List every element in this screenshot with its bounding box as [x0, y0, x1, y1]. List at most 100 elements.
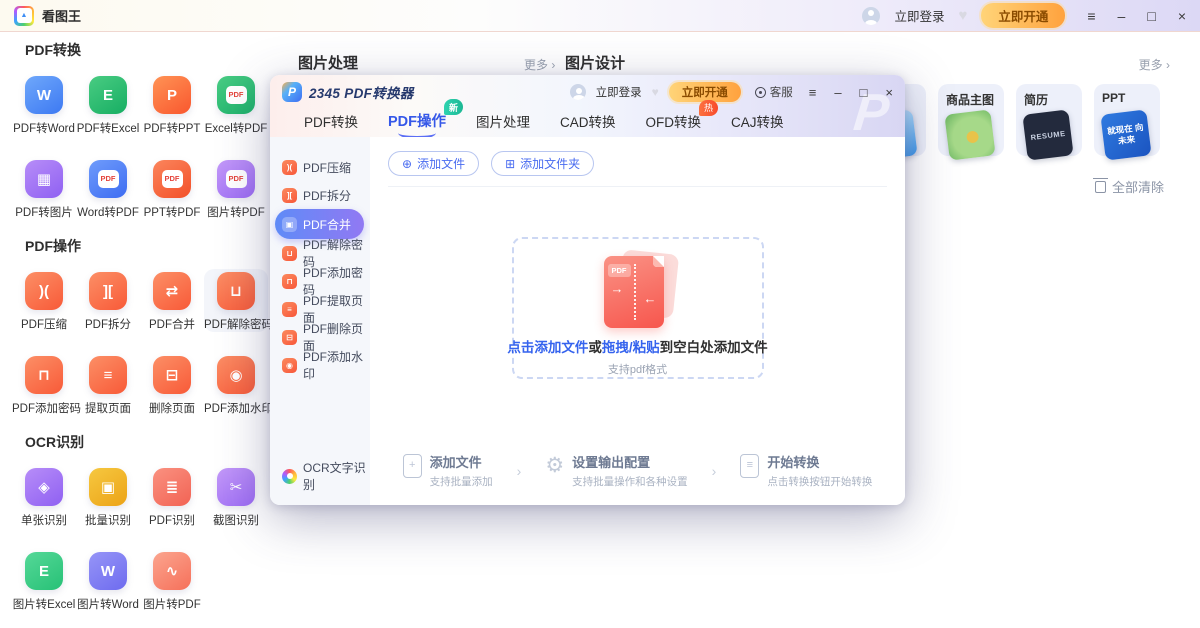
sidebar-item-PDF添加密码[interactable]: ⊓PDF添加密码	[270, 267, 370, 295]
ppt-icon: P	[153, 76, 191, 114]
maximize-icon[interactable]: □	[1147, 9, 1155, 23]
sidebar-item-PDF解除密码[interactable]: ⊔PDF解除密码	[270, 239, 370, 267]
dialog-minimize-icon[interactable]: –	[834, 86, 841, 99]
dialog-heart-icon[interactable]: ♥	[652, 85, 659, 99]
minimize-icon[interactable]: –	[1118, 9, 1126, 23]
tool-pdf-icon[interactable]: ∿图片转PDF	[140, 549, 204, 612]
plus-circle-icon: ⊕	[402, 158, 412, 170]
dialog-close-icon[interactable]: ×	[885, 86, 893, 99]
sidebar-item-PDF提取页面[interactable]: ≡PDF提取页面	[270, 295, 370, 323]
tool-batch-scan-icon[interactable]: ▣批量识别	[76, 465, 140, 528]
section-title: PDF操作	[25, 236, 270, 256]
app-titlebar: ▲ 看图王 立即登录 ♥ 立即开通 ≡ – □ ×	[0, 0, 1200, 32]
tool-single-scan-icon[interactable]: ◈单张识别	[12, 465, 76, 528]
dialog-menu-icon[interactable]: ≡	[809, 86, 817, 99]
unlock-icon: ⊔	[217, 272, 255, 310]
tool-image-icon[interactable]: ▦PDF转图片	[12, 157, 76, 220]
design-card-thumbnail: RESUME	[1022, 109, 1073, 160]
design-card[interactable]: 商品主图	[938, 84, 1004, 156]
tool-compress-icon[interactable]: )(PDF压缩	[12, 269, 76, 332]
merge-icon: ⇄	[153, 272, 191, 310]
add-folder-button[interactable]: ⊞ 添加文件夹	[491, 151, 594, 176]
dialog-header: P P 2345 PDF转换器 立即登录 ♥ 立即开通 客服 ≡ – □ ×	[270, 75, 905, 137]
step-desc: 点击转换按钮开始转换	[767, 474, 872, 489]
support-button[interactable]: 客服	[755, 84, 793, 100]
tool-word-icon[interactable]: WPDF转Word	[12, 73, 76, 136]
tab-图片处理[interactable]: 图片处理	[476, 111, 530, 131]
convert-icon: ≡	[740, 454, 759, 478]
more-link-image-design[interactable]: 更多 ›	[1139, 56, 1170, 73]
tool-word-icon[interactable]: W图片转Word	[76, 549, 140, 612]
design-card-label: 商品主图	[946, 91, 1004, 108]
login-button[interactable]: 立即登录	[894, 6, 944, 25]
dialog-maximize-icon[interactable]: □	[860, 86, 868, 99]
tool-excel-icon[interactable]: EPDF转Excel	[76, 73, 140, 136]
step-1: +添加文件支持批量添加	[403, 452, 493, 489]
gear-icon: ⚙	[545, 455, 564, 476]
tool-pdf-icon[interactable]: PDFWord转PDF	[76, 157, 140, 220]
file-dropzone[interactable]: PDF → ← 点击添加文件或拖拽/粘贴到空白处添加文件 支持pdf格式	[512, 237, 764, 379]
sidebar-item-label: PDF压缩	[303, 159, 351, 176]
tool-extract-pages-icon[interactable]: ≡提取页面	[76, 353, 140, 416]
design-card[interactable]: 简历RESUME	[1016, 84, 1082, 156]
new-badge: 新	[444, 99, 463, 115]
unlock-icon: ⊔	[282, 246, 297, 261]
tool-delete-pages-icon[interactable]: ⊟删除页面	[140, 353, 204, 416]
sidebar-item-PDF删除页面[interactable]: ⊟PDF删除页面	[270, 323, 370, 351]
dialog-avatar-icon[interactable]	[570, 84, 586, 100]
upgrade-button[interactable]: 立即开通	[981, 3, 1065, 28]
sidebar-item-PDF拆分[interactable]: ][PDF拆分	[270, 181, 370, 209]
tool-merge-icon[interactable]: ⇄PDF合并	[140, 269, 204, 332]
sidebar-item-PDF压缩[interactable]: )(PDF压缩	[270, 153, 370, 181]
pdf-merge-icon: PDF → ←	[592, 251, 684, 328]
tool-unlock-icon[interactable]: ⊔PDF解除密码	[204, 269, 268, 332]
pdf-icon: PDF	[153, 160, 191, 198]
avatar-icon[interactable]	[862, 7, 880, 25]
tool-ppt-icon[interactable]: PPDF转PPT	[140, 73, 204, 136]
dropzone-title-part: 到空白处添加文件	[660, 340, 768, 355]
dialog-login-button[interactable]: 立即登录	[596, 84, 642, 100]
more-link-image-processing[interactable]: 更多 ›	[524, 56, 555, 73]
tool-label: Word转PDF	[76, 204, 140, 220]
tool-excel-icon[interactable]: E图片转Excel	[12, 549, 76, 612]
dialog-upgrade-button[interactable]: 立即开通	[669, 82, 741, 102]
tool-split-icon[interactable]: ][PDF拆分	[76, 269, 140, 332]
tool-pdf-icon[interactable]: PDFPPT转PDF	[140, 157, 204, 220]
tool-lock-icon[interactable]: ⊓PDF添加密码	[12, 353, 76, 416]
step-text: 开始转换点击转换按钮开始转换	[767, 452, 872, 489]
tool-pdf-ocr-icon[interactable]: ≣PDF识别	[140, 465, 204, 528]
tab-CAD转换[interactable]: CAD转换	[560, 111, 616, 131]
tab-CAJ转换[interactable]: CAJ转换	[731, 111, 784, 131]
step-desc: 支持批量操作和各种设置	[572, 474, 688, 489]
tool-pdf-icon[interactable]: PDF图片转PDF	[204, 157, 268, 220]
tool-label: 批量识别	[76, 512, 140, 528]
tool-label: PDF转图片	[12, 204, 76, 220]
ocr-icon	[282, 469, 297, 484]
hot-badge: 热	[699, 100, 718, 116]
sidebar-item-PDF合并[interactable]: ▣PDF合并	[275, 209, 364, 239]
dropzone-hint: 支持pdf格式	[608, 361, 667, 377]
extract-pages-icon: ≡	[89, 356, 127, 394]
delete-pages-icon: ⊟	[282, 330, 297, 345]
arrow-left-icon: ←	[644, 292, 657, 305]
sidebar-item-PDF添加水印[interactable]: ◉PDF添加水印	[270, 351, 370, 379]
tool-watermark-icon[interactable]: ◉PDF添加水印	[204, 353, 268, 416]
pdf-icon: ∿	[153, 552, 191, 590]
tab-PDF转换[interactable]: PDF转换	[304, 111, 358, 131]
tab-OFD转换[interactable]: OFD转换热	[646, 111, 702, 131]
dialog-sidebar: )(PDF压缩][PDF拆分▣PDF合并⊔PDF解除密码⊓PDF添加密码≡PDF…	[270, 137, 370, 505]
watermark-icon: ◉	[282, 358, 297, 373]
heart-icon[interactable]: ♥	[958, 7, 967, 24]
design-card[interactable]: PPT就现在 向未来	[1094, 84, 1160, 156]
tool-screenshot-ocr-icon[interactable]: ✂截图识别	[204, 465, 268, 528]
pdf-chip-glyph: PDF	[226, 86, 247, 104]
clear-all-button[interactable]: 全部清除	[1095, 177, 1164, 196]
sidebar-item-ocr[interactable]: OCR文字识别	[282, 459, 370, 493]
menu-icon[interactable]: ≡	[1087, 9, 1095, 23]
add-file-button[interactable]: ⊕ 添加文件	[388, 151, 479, 176]
pdf-icon: PDF	[217, 160, 255, 198]
close-icon[interactable]: ×	[1178, 9, 1186, 23]
excel-icon: E	[25, 552, 63, 590]
tool-pdf-icon[interactable]: PDFExcel转PDF	[204, 73, 268, 136]
tab-PDF操作[interactable]: PDF操作新	[388, 110, 446, 131]
